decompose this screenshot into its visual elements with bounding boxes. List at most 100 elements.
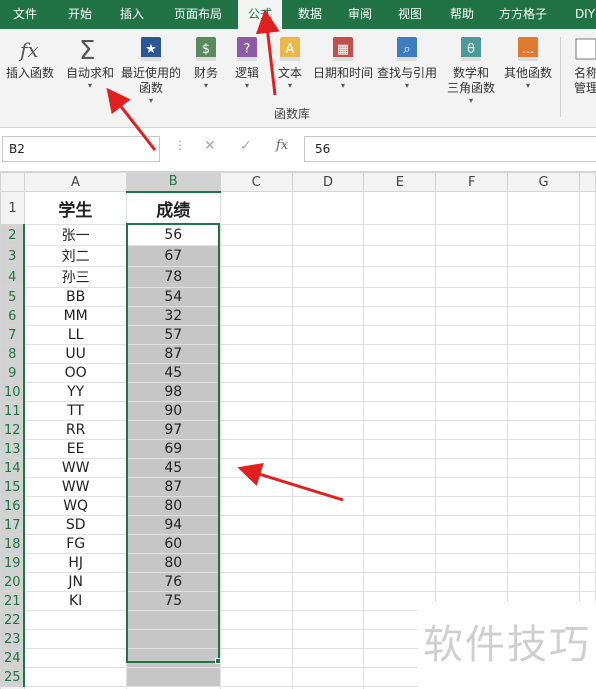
row-header[interactable]: 20 [0,572,26,592]
tab-4[interactable]: 公式 [238,0,282,29]
tab-2[interactable]: 插入 [108,0,156,29]
row-header[interactable]: 4 [0,266,26,288]
cell-empty[interactable] [219,553,293,573]
cell-empty[interactable] [291,591,365,611]
cell-b[interactable]: 45 [125,363,221,383]
cell-empty[interactable] [291,629,365,649]
ribbon-button-4[interactable]: ? 逻辑 ▾ [228,35,266,91]
cell-empty[interactable] [291,667,365,687]
cell-empty[interactable] [363,325,437,345]
row-header[interactable]: 8 [0,344,26,364]
cell-a[interactable]: FG [23,534,127,554]
cell-empty[interactable] [363,344,437,364]
row-header[interactable]: 6 [0,306,26,326]
cell-empty[interactable] [363,515,437,535]
cell-b[interactable]: 67 [125,245,221,267]
cell-a[interactable] [23,629,127,649]
cell-empty[interactable] [435,266,509,288]
cell-a[interactable]: 刘二 [23,245,127,267]
cell-empty[interactable] [363,439,437,459]
cell-empty[interactable] [507,553,580,573]
tab-6[interactable]: 审阅 [338,0,382,29]
cell-empty[interactable] [219,191,293,225]
chevron-down-icon[interactable]: ▾ [312,81,374,91]
cell-empty[interactable] [578,224,596,246]
cell-b[interactable]: 成绩 [125,191,221,225]
cell-empty[interactable] [435,191,509,225]
cell-empty[interactable] [291,401,365,421]
row-header[interactable]: 9 [0,363,26,383]
cell-empty[interactable] [507,439,580,459]
cell-empty[interactable] [507,325,580,345]
cell-b[interactable]: 87 [125,344,221,364]
cell-b[interactable]: 98 [125,382,221,402]
cell-b[interactable] [125,667,221,687]
enter-icon[interactable]: ✓ [240,138,252,154]
cell-empty[interactable] [291,458,365,478]
cell-empty[interactable] [578,245,596,267]
cell-b[interactable]: 69 [125,439,221,459]
tab-5[interactable]: 数据 [284,0,336,29]
cell-empty[interactable] [219,344,293,364]
cell-empty[interactable] [291,534,365,554]
tab-3[interactable]: 页面布局 [158,0,238,29]
cell-empty[interactable] [507,496,580,516]
cell-empty[interactable] [435,477,509,497]
cell-empty[interactable] [363,382,437,402]
cell-b[interactable]: 80 [125,553,221,573]
cell-a[interactable]: TT [23,401,127,421]
row-header[interactable]: 17 [0,515,26,535]
cell-empty[interactable] [363,245,437,267]
cell-empty[interactable] [507,420,580,440]
cell-empty[interactable] [219,363,293,383]
chevron-down-icon[interactable]: ▾ [186,81,226,91]
cell-a[interactable]: 张一 [23,224,127,246]
row-header[interactable]: 23 [0,629,26,649]
cell-empty[interactable] [578,306,596,326]
cell-empty[interactable] [363,224,437,246]
cell-empty[interactable] [507,515,580,535]
cell-empty[interactable] [363,534,437,554]
cell-empty[interactable] [435,245,509,267]
cell-empty[interactable] [578,420,596,440]
row-header[interactable]: 14 [0,458,26,478]
cell-empty[interactable] [435,401,509,421]
cell-a[interactable] [23,610,127,630]
cell-empty[interactable] [363,266,437,288]
ribbon-button-6[interactable]: ▦ 日期和时间 ▾ [312,35,374,91]
cell-b[interactable]: 45 [125,458,221,478]
cell-empty[interactable] [435,572,509,592]
cell-empty[interactable] [219,591,293,611]
cell-empty[interactable] [219,667,293,687]
cell-a[interactable]: BB [23,287,127,307]
cell-empty[interactable] [219,287,293,307]
cell-empty[interactable] [363,306,437,326]
cell-empty[interactable] [578,515,596,535]
cell-empty[interactable] [291,245,365,267]
cell-empty[interactable] [219,266,293,288]
cell-empty[interactable] [507,382,580,402]
cell-empty[interactable] [219,306,293,326]
chevron-down-icon[interactable]: ▾ [228,81,266,91]
cell-empty[interactable] [219,572,293,592]
row-header[interactable]: 21 [0,591,26,611]
cell-empty[interactable] [435,287,509,307]
cell-empty[interactable] [363,401,437,421]
cell-empty[interactable] [435,534,509,554]
cell-empty[interactable] [291,224,365,246]
cell-b[interactable]: 75 [125,591,221,611]
cell-empty[interactable] [363,572,437,592]
cell-a[interactable]: KI [23,591,127,611]
name-box[interactable]: B2 [2,136,160,162]
cell-empty[interactable] [219,515,293,535]
cell-empty[interactable] [507,534,580,554]
cell-empty[interactable] [219,325,293,345]
cell-b[interactable]: 87 [125,477,221,497]
cell-a[interactable]: YY [23,382,127,402]
tab-8[interactable]: 帮助 [438,0,486,29]
ribbon-button-1[interactable]: Σ 自动求和 ▾ [64,35,116,91]
ribbon-button-3[interactable]: $ 财务 ▾ [186,35,226,91]
cell-b[interactable]: 90 [125,401,221,421]
cell-a[interactable]: UU [23,344,127,364]
cell-empty[interactable] [578,458,596,478]
